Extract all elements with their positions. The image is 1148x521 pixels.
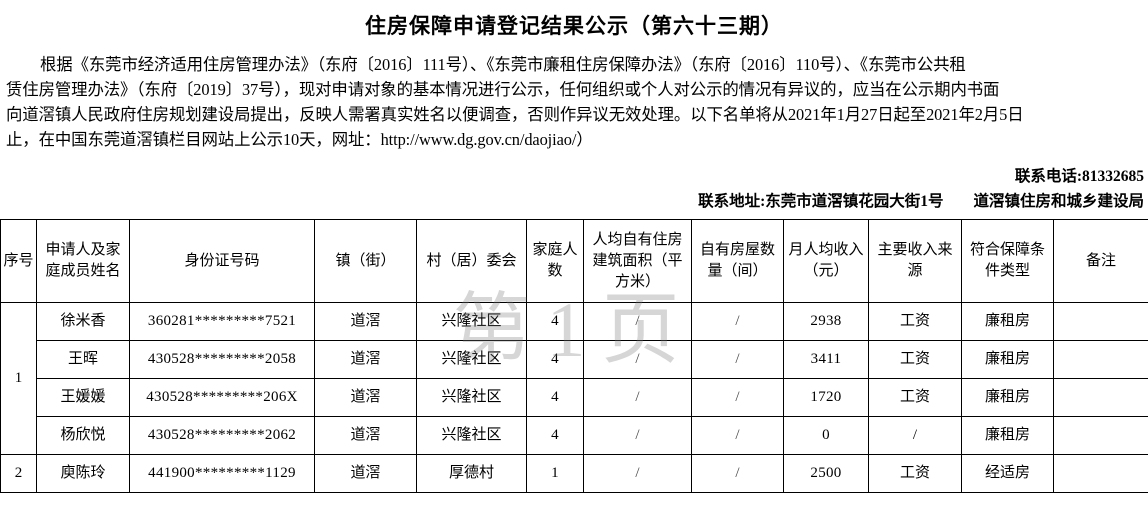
cell-rooms: / [691, 302, 784, 342]
cell-housing-type: 廉租房 [961, 416, 1054, 456]
body-line-2: 赁住房管理办法》（东府〔2019〕37号），现对申请对象的基本情况进行公示，任何… [6, 80, 1000, 100]
cell-income: 1720 [783, 378, 869, 418]
col-header-id: 身份证号码 [129, 219, 315, 304]
table-body: 1 徐米香 360281*********7521 道滘 兴隆社区 4//2938 工资 廉租… [0, 302, 1148, 494]
cell-housing-type: 经适房 [961, 454, 1054, 494]
table-row: 杨欣悦 430528*********2062 道滘 兴隆社区 4//0/廉租房 [1, 416, 1148, 456]
contact-address: 联系地址:东莞市道滘镇花园大街1号 [698, 193, 944, 211]
cell-id: 430528*********2058 [129, 340, 315, 380]
cell-id: 441900*********1129 [129, 454, 315, 494]
cell-income-source: 工资 [868, 340, 962, 380]
col-header-area-per-capita: 人均自有住房建筑面积（平方米） [583, 219, 692, 304]
cell-village: 兴隆社区 [416, 340, 527, 380]
cell-family-size: 4 [526, 378, 584, 418]
table-header: 序号 申请人及家庭成员姓名 身份证号码 镇（街） 村（居）委会 家庭人数 人均自… [0, 219, 1148, 304]
cell-rooms: / [691, 340, 784, 380]
cell-area-per-capita: / [583, 454, 692, 494]
cell-seq: 2 [0, 454, 37, 494]
body-line-1: 根据《东莞市经济适用住房管理办法》（东府〔2016〕111号）、《东莞市廉租住房… [6, 52, 1144, 77]
col-header-income: 月人均收入（元） [783, 219, 869, 304]
cell-income: 2938 [783, 302, 869, 342]
contact-block: 联系电话:81332685 联系地址:东莞市道滘镇花园大街1号 道滘镇住房和城乡建… [0, 164, 1148, 214]
cell-income: 0 [783, 416, 869, 456]
cell-remark [1053, 416, 1148, 456]
body-line-4: 止，在中国东莞道滘镇栏目网站上公示10天，网址：http://www.dg.go… [6, 130, 593, 150]
cell-area-per-capita: / [583, 302, 692, 342]
cell-housing-type: 廉租房 [961, 340, 1054, 380]
cell-remark [1053, 302, 1148, 342]
table-row: 1 徐米香 360281*********7521 道滘 兴隆社区 4//2938 工资 廉租… [0, 302, 1148, 456]
cell-housing-type: 廉租房 [961, 302, 1054, 342]
col-header-rooms: 自有房屋数量（间） [691, 219, 784, 304]
cell-remark [1053, 378, 1148, 418]
col-header-remark: 备注 [1053, 219, 1148, 304]
cell-seq: 1 [0, 302, 37, 456]
col-header-income-source: 主要收入来源 [868, 219, 962, 304]
col-header-family-size: 家庭人数 [526, 219, 584, 304]
cell-town: 道滘 [314, 454, 417, 494]
cell-income-source: / [868, 416, 962, 456]
cell-family-size: 4 [526, 340, 584, 380]
cell-rooms: / [691, 416, 784, 456]
cell-town: 道滘 [314, 378, 417, 418]
page-title: 住房保障申请登记结果公示（第六十三期） [365, 14, 783, 38]
cell-income: 2500 [783, 454, 869, 494]
cell-rooms: / [691, 378, 784, 418]
cell-housing-type: 廉租房 [961, 378, 1054, 418]
cell-name: 王晖 [36, 340, 130, 380]
cell-income-source: 工资 [868, 454, 962, 494]
table-header-row: 序号 申请人及家庭成员姓名 身份证号码 镇（街） 村（居）委会 家庭人数 人均自… [0, 219, 1148, 304]
cell-id: 360281*********7521 [129, 302, 315, 342]
cell-village: 兴隆社区 [416, 416, 527, 456]
cell-family-size: 1 [526, 454, 584, 494]
cell-rooms: / [691, 454, 784, 494]
col-header-seq: 序号 [0, 219, 37, 304]
col-header-village: 村（居）委会 [416, 219, 527, 304]
table-row: 2 庾陈玲 441900*********1129 道滘 厚德村 1//2500 工资 经适房 [0, 454, 1148, 494]
cell-remark [1053, 340, 1148, 380]
cell-name: 杨欣悦 [36, 416, 130, 456]
col-header-housing-type: 符合保障条件类型 [961, 219, 1054, 304]
body-line-1-text: 根据《东莞市经济适用住房管理办法》（东府〔2016〕111号）、《东莞市廉租住房… [40, 55, 966, 75]
cell-family-size: 4 [526, 302, 584, 342]
body-line-3: 向道滘镇人民政府住房规划建设局提出，反映人需署真实姓名以便调查，否则作异议无效处… [6, 105, 1024, 125]
cell-area-per-capita: / [583, 340, 692, 380]
applicants-table: 序号 申请人及家庭成员姓名 身份证号码 镇（街） 村（居）委会 家庭人数 人均自… [0, 219, 1148, 494]
cell-town: 道滘 [314, 302, 417, 342]
cell-name: 庾陈玲 [36, 454, 130, 494]
table-row: 王晖 430528*********2058 道滘 兴隆社区 4//3411 工资 廉租房 [1, 340, 1148, 380]
table-row: 王媛媛 430528*********206X 道滘 兴隆社区 4//1720 工资 廉租房 [1, 378, 1148, 418]
cell-village: 厚德村 [416, 454, 527, 494]
announcement-body: 根据《东莞市经济适用住房管理办法》（东府〔2016〕111号）、《东莞市廉租住房… [0, 52, 1148, 152]
cell-village: 兴隆社区 [416, 302, 527, 342]
col-header-name: 申请人及家庭成员姓名 [36, 219, 130, 304]
cell-village: 兴隆社区 [416, 378, 527, 418]
cell-area-per-capita: / [583, 378, 692, 418]
cell-name: 王媛媛 [36, 378, 130, 418]
cell-area-per-capita: / [583, 416, 692, 456]
applicants-table-wrapper: 序号 申请人及家庭成员姓名 身份证号码 镇（街） 村（居）委会 家庭人数 人均自… [0, 219, 1148, 494]
cell-town: 道滘 [314, 416, 417, 456]
cell-remark [1053, 454, 1148, 494]
cell-name: 徐米香 [36, 302, 130, 342]
cell-income-source: 工资 [868, 302, 962, 342]
cell-income: 3411 [783, 340, 869, 380]
document-page: 住房保障申请登记结果公示（第六十三期） 根据《东莞市经济适用住房管理办法》（东府… [0, 0, 1148, 521]
cell-id: 430528*********206X [129, 378, 315, 418]
contact-department: 道滘镇住房和城乡建设局 [973, 193, 1144, 211]
cell-income-source: 工资 [868, 378, 962, 418]
cell-family-size: 4 [526, 416, 584, 456]
cell-id: 430528*********2062 [129, 416, 315, 456]
contact-address-line: 联系地址:东莞市道滘镇花园大街1号 道滘镇住房和城乡建设局 [0, 189, 1144, 214]
contact-phone: 联系电话:81332685 [1014, 168, 1144, 186]
cell-town: 道滘 [314, 340, 417, 380]
col-header-town: 镇（街） [314, 219, 417, 304]
